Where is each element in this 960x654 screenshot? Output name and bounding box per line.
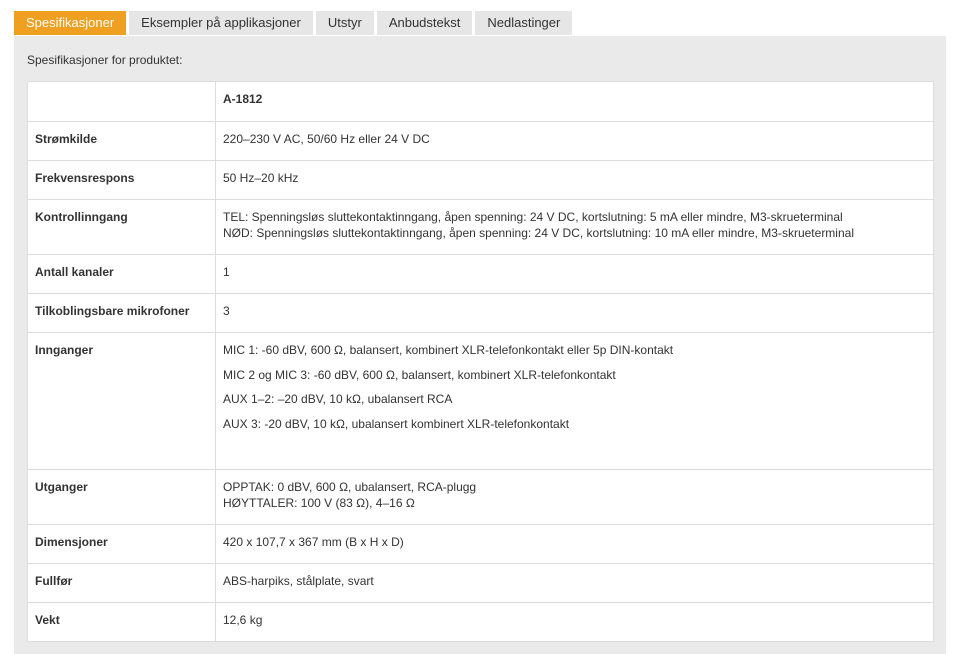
table-row: Innganger MIC 1: -60 dBV, 600 Ω, balanse… [27, 332, 934, 470]
value-line: TEL: Spenningsløs sluttekontaktinngang, … [223, 210, 843, 224]
row-value: ABS-harpiks, stålplate, svart [215, 563, 934, 603]
row-key: Kontrollinngang [27, 199, 216, 255]
tab-utstyr[interactable]: Utstyr [315, 11, 374, 35]
header-empty-cell [27, 81, 216, 122]
table-row: Fullfør ABS-harpiks, stålplate, svart [27, 563, 934, 603]
row-value: 1 [215, 254, 934, 294]
model-header: A-1812 [215, 81, 934, 122]
row-value: 50 Hz–20 kHz [215, 160, 934, 200]
row-key: Fullfør [27, 563, 216, 603]
table-row: Frekvensrespons 50 Hz–20 kHz [27, 160, 934, 200]
value-line: OPPTAK: 0 dBV, 600 Ω, ubalansert, RCA-pl… [223, 480, 477, 494]
row-value: 220–230 V AC, 50/60 Hz eller 24 V DC [215, 121, 934, 161]
tab-bar: Spesifikasjoner Eksempler på applikasjon… [14, 11, 573, 35]
row-value: TEL: Spenningsløs sluttekontaktinngang, … [215, 199, 934, 255]
table-row: Tilkoblingsbare mikrofoner 3 [27, 293, 934, 333]
table-row: Kontrollinngang TEL: Spenningsløs slutte… [27, 199, 934, 255]
row-value: OPPTAK: 0 dBV, 600 Ω, ubalansert, RCA-pl… [215, 469, 934, 525]
row-value: MIC 1: -60 dBV, 600 Ω, balansert, kombin… [215, 332, 934, 470]
row-value: 3 [215, 293, 934, 333]
tab-eksempler[interactable]: Eksempler på applikasjoner [129, 11, 313, 35]
row-key: Dimensjoner [27, 524, 216, 564]
tab-anbudstekst[interactable]: Anbudstekst [376, 11, 473, 35]
table-row: Vekt 12,6 kg [27, 602, 934, 642]
spec-panel: Spesifikasjoner for produktet: A-1812 St… [14, 36, 946, 654]
value-line: ABS-harpiks, stålplate, svart [223, 574, 374, 588]
value-line: 12,6 kg [223, 613, 263, 627]
tab-spesifikasjoner[interactable]: Spesifikasjoner [14, 11, 127, 35]
value-line: 220–230 V AC, 50/60 Hz eller 24 V DC [223, 132, 430, 146]
value-line: 1 [223, 265, 230, 279]
model-name: A-1812 [223, 92, 263, 106]
row-key: Frekvensrespons [27, 160, 216, 200]
row-key: Vekt [27, 602, 216, 642]
row-key: Strømkilde [27, 121, 216, 161]
row-key: Utganger [27, 469, 216, 525]
value-line: 3 [223, 304, 230, 318]
table-row: Strømkilde 220–230 V AC, 50/60 Hz eller … [27, 121, 934, 161]
table-row: Dimensjoner 420 x 107,7 x 367 mm (B x H … [27, 524, 934, 564]
value-line: AUX 1–2: –20 dBV, 10 kΩ, ubalansert RCA [223, 392, 453, 406]
table-header-row: A-1812 [27, 81, 934, 122]
row-value: 420 x 107,7 x 367 mm (B x H x D) [215, 524, 934, 564]
tab-nedlastinger[interactable]: Nedlastinger [475, 11, 573, 35]
intro-text: Spesifikasjoner for produktet: [27, 53, 183, 67]
spec-table: A-1812 Strømkilde 220–230 V AC, 50/60 Hz… [27, 81, 934, 642]
value-line: MIC 1: -60 dBV, 600 Ω, balansert, kombin… [223, 343, 674, 357]
row-key: Tilkoblingsbare mikrofoner [27, 293, 216, 333]
row-key: Innganger [27, 332, 216, 470]
value-line: NØD: Spenningsløs sluttekontaktinngang, … [223, 226, 854, 240]
value-line: HØYTTALER: 100 V (83 Ω), 4–16 Ω [223, 496, 415, 510]
value-line: 420 x 107,7 x 367 mm (B x H x D) [223, 535, 404, 549]
value-line: MIC 2 og MIC 3: -60 dBV, 600 Ω, balanser… [223, 367, 616, 382]
row-key: Antall kanaler [27, 254, 216, 294]
row-value: 12,6 kg [215, 602, 934, 642]
value-line: 50 Hz–20 kHz [223, 171, 299, 185]
table-row: Utganger OPPTAK: 0 dBV, 600 Ω, ubalanser… [27, 469, 934, 525]
value-line: AUX 3: -20 dBV, 10 kΩ, ubalansert kombin… [223, 416, 570, 431]
table-row: Antall kanaler 1 [27, 254, 934, 294]
